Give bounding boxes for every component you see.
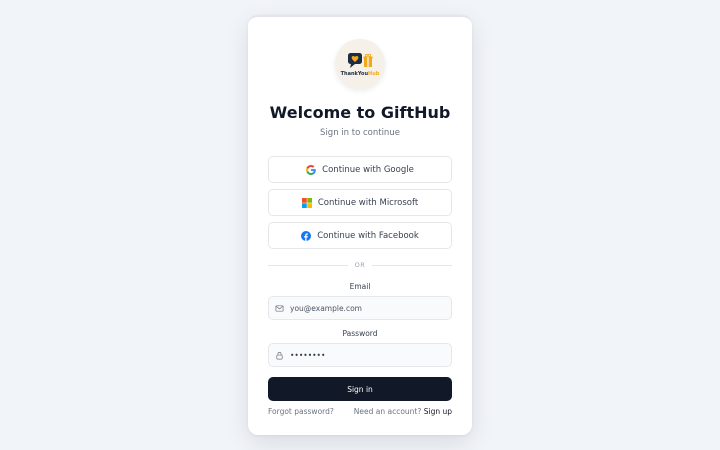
microsoft-button-label: Continue with Microsoft: [317, 197, 419, 208]
google-button-label: Continue with Google: [322, 164, 414, 175]
google-icon: [306, 164, 316, 175]
email-label: Email: [349, 282, 371, 291]
microsoft-sign-in-button[interactable]: Continue with Microsoft: [268, 189, 452, 216]
divider-line-right: [372, 265, 452, 266]
facebook-button-label: Continue with Facebook: [317, 230, 419, 241]
page-title: Welcome to GiftHub: [269, 103, 451, 122]
lock-icon: [276, 351, 283, 359]
logo-wordmark: ThankYouHub: [340, 70, 380, 77]
microsoft-icon: [301, 197, 312, 208]
google-sign-in-button[interactable]: Continue with Google: [268, 156, 452, 183]
sign-in-card: ThankYouHub Welcome to GiftHub Sign in t…: [248, 15, 472, 435]
facebook-icon: [301, 230, 312, 241]
password-field[interactable]: [268, 343, 452, 367]
forgot-password-link[interactable]: Forgot password?: [268, 407, 334, 416]
sign-in-button[interactable]: Sign in: [268, 377, 452, 401]
email-input[interactable]: [290, 303, 450, 313]
page-subtitle: Sign in to continue: [320, 128, 400, 138]
logo: ThankYouHub: [335, 39, 385, 89]
password-input[interactable]: [290, 350, 450, 360]
sign-up-link[interactable]: Sign up: [424, 407, 452, 416]
email-field[interactable]: [268, 296, 452, 320]
facebook-sign-in-button[interactable]: Continue with Facebook: [268, 222, 452, 249]
signup-prompt: Need an account? Sign up: [354, 407, 452, 416]
mail-icon: [275, 304, 284, 312]
password-label: Password: [342, 329, 378, 338]
logo-icon: [348, 52, 373, 68]
or-divider: OR: [268, 261, 452, 269]
need-account-text: Need an account?: [353, 407, 422, 416]
